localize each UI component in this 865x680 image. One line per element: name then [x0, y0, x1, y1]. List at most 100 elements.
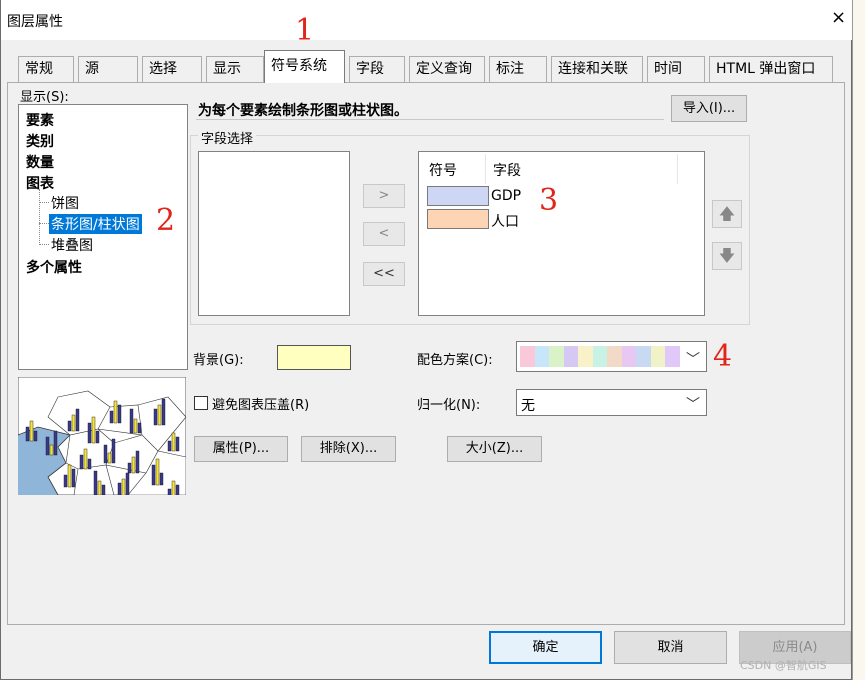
properties-button[interactable]: 属性(P)...: [194, 436, 288, 462]
tree-item-charts[interactable]: 图表: [26, 173, 54, 193]
size-button[interactable]: 大小(Z)...: [447, 436, 542, 462]
show-label: 显示(S):: [20, 90, 69, 105]
preview-bar: [151, 464, 156, 486]
color-ramp-preview: [520, 346, 681, 367]
preview-bar: [101, 484, 106, 495]
preview-bar: [111, 438, 116, 464]
color-scheme-select[interactable]: ﹀: [516, 341, 707, 372]
preview-bar: [127, 462, 132, 474]
color-ramp-swatch: [650, 346, 666, 367]
add-field-button[interactable]: >: [363, 184, 405, 208]
tab-general[interactable]: 常规: [18, 56, 74, 82]
tab-selection[interactable]: 选择: [142, 56, 202, 82]
chevron-down-icon: ﹀: [686, 397, 700, 413]
annotation-4: 4: [713, 339, 733, 374]
preview-bar: [63, 474, 68, 488]
chart-preview-image: [18, 377, 186, 495]
color-ramp-swatch: [578, 346, 593, 367]
preview-bar: [125, 472, 130, 495]
annotation-3: 3: [539, 183, 559, 218]
available-fields-list[interactable]: [198, 151, 350, 316]
preview-bar: [87, 422, 92, 444]
tree-connector: [39, 244, 49, 245]
preview-bar: [75, 408, 80, 432]
preview-bar: [161, 398, 166, 426]
tree-item-stacked[interactable]: 堆叠图: [51, 235, 93, 255]
preview-bar: [67, 464, 72, 488]
preview-bar: [155, 458, 160, 486]
tree-item-bar-column[interactable]: 条形图/柱状图: [49, 214, 142, 234]
tree-connector: [39, 189, 40, 245]
color-ramp-swatch: [534, 346, 550, 367]
tab-fields[interactable]: 字段: [349, 56, 405, 82]
remove-field-button[interactable]: <: [363, 222, 405, 246]
preview-bar: [129, 408, 134, 434]
preview-bar: [71, 414, 76, 432]
preview-bar: [25, 426, 30, 442]
preview-bar: [171, 432, 176, 452]
preview-bar: [117, 482, 122, 495]
color-ramp-swatch: [636, 346, 651, 367]
column-header-field[interactable]: 字段: [493, 160, 521, 180]
tree-item-features[interactable]: 要素: [26, 110, 54, 130]
preview-bar: [133, 418, 138, 434]
description-divider: [196, 119, 664, 120]
preview-bar: [121, 478, 126, 495]
tab-symbology[interactable]: 符号系统: [264, 50, 345, 83]
tab-joins-relates[interactable]: 连接和关联: [551, 56, 643, 82]
tab-definition-query[interactable]: 定义查询: [409, 56, 485, 82]
import-button[interactable]: 导入(I)...: [671, 95, 747, 122]
color-ramp-swatch: [520, 346, 535, 367]
normalization-select[interactable]: 无 ﹀: [516, 389, 707, 416]
cancel-button[interactable]: 取消: [614, 631, 727, 664]
remove-all-fields-button[interactable]: <<: [363, 262, 405, 286]
preview-bar: [97, 480, 102, 495]
exclusion-button[interactable]: 排除(X)...: [301, 436, 396, 462]
selected-fields-list[interactable]: 符号 字段 GDP 人口: [418, 151, 705, 316]
preview-bar: [83, 448, 88, 470]
preview-bar: [113, 400, 118, 424]
preview-bar: [45, 436, 50, 456]
preview-bar: [109, 410, 114, 424]
ok-button[interactable]: 确定: [489, 631, 602, 664]
preview-bar: [71, 468, 76, 488]
tab-html-popup[interactable]: HTML 弹出窗口: [709, 56, 833, 82]
preview-bar: [137, 422, 142, 434]
background-map-edge: [852, 0, 865, 680]
color-ramp-swatch: [549, 346, 564, 367]
population-field-name[interactable]: 人口: [491, 211, 519, 231]
tree-item-multiple-attributes[interactable]: 多个属性: [26, 257, 82, 277]
normalization-label: 归一化(N):: [417, 398, 481, 413]
gdp-field-name[interactable]: GDP: [491, 188, 521, 204]
population-symbol-swatch[interactable]: [427, 209, 489, 229]
tree-item-pie[interactable]: 饼图: [51, 193, 79, 213]
tab-display[interactable]: 显示: [206, 56, 264, 82]
avoid-overlap-checkbox[interactable]: [194, 396, 208, 410]
move-up-icon[interactable]: 🡅: [712, 200, 742, 228]
column-header-symbol[interactable]: 符号: [429, 160, 457, 180]
title-bar: 图层属性 ×: [1, 0, 853, 40]
move-down-icon[interactable]: 🡇: [712, 242, 742, 270]
preview-bar: [159, 472, 164, 486]
avoid-overlap-label[interactable]: 避免图表压盖(R): [212, 394, 309, 413]
tree-connector: [39, 223, 49, 224]
normalization-value: 无: [521, 398, 535, 414]
tab-labels[interactable]: 标注: [489, 56, 547, 82]
field-selection-legend: 字段选择: [198, 128, 257, 147]
preview-bar: [67, 420, 72, 432]
preview-bar: [135, 450, 140, 474]
color-ramp-swatch: [665, 346, 681, 367]
preview-bar: [131, 456, 136, 474]
preview-bar: [103, 444, 108, 464]
tab-time[interactable]: 时间: [647, 56, 705, 82]
tree-item-categories[interactable]: 类别: [26, 131, 54, 151]
gdp-symbol-swatch[interactable]: [427, 186, 489, 206]
background-color-swatch[interactable]: [277, 345, 351, 370]
close-icon[interactable]: ×: [831, 9, 846, 27]
preview-bar: [49, 444, 54, 456]
preview-bar: [29, 420, 34, 442]
window-title: 图层属性: [7, 14, 63, 30]
tree-item-quantities[interactable]: 数量: [26, 152, 54, 172]
preview-bar: [117, 404, 122, 424]
tab-source[interactable]: 源: [78, 56, 138, 82]
